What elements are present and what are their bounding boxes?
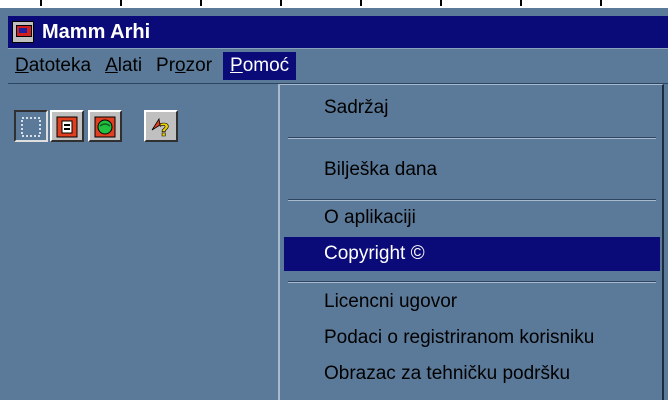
document-tool-button[interactable]: [50, 110, 84, 142]
ruler-tick: [600, 0, 602, 6]
menu-mnemonic: D: [15, 55, 29, 76]
menu-label-rest: lati: [117, 55, 143, 76]
menu-item-biljeska-dana[interactable]: Bilješka dana: [284, 153, 660, 187]
menu-mnemonic: P: [230, 55, 243, 76]
help-arrow-icon: ?: [151, 117, 170, 139]
help-tool-button[interactable]: ?: [144, 110, 178, 142]
menu-item-licencni-ugovor[interactable]: Licencni ugovor: [284, 285, 660, 319]
menu-item-podaci-registracija[interactable]: Podaci o registriranom korisniku: [284, 321, 660, 355]
ruler-tick: [40, 0, 42, 6]
ruler-tick: [120, 0, 122, 6]
document-icon: [56, 116, 78, 138]
menu-item-sadrzaj[interactable]: Sadržaj: [284, 91, 660, 125]
menu-item-o-aplikaciji[interactable]: O aplikaciji: [284, 201, 660, 235]
ruler-tick: [360, 0, 362, 6]
ruler-tick: [200, 0, 202, 6]
ruler-tick: [520, 0, 522, 6]
window-title: Mamm Arhi: [42, 20, 151, 43]
menu-label-rest: zor: [185, 55, 213, 76]
top-ruler: [0, 0, 668, 8]
globe-icon: [94, 116, 116, 138]
app-icon[interactable]: [12, 21, 34, 43]
help-menu-dropdown: Sadržaj Bilješka dana O aplikaciji Copyr…: [278, 84, 664, 400]
menu-item-obrazac-podrska[interactable]: Obrazac za tehničku podršku: [284, 357, 660, 391]
menu-label-pre: Pr: [156, 55, 176, 76]
dotted-square-icon: [21, 117, 41, 137]
globe-tool-button[interactable]: [88, 110, 122, 142]
menu-mnemonic: A: [105, 55, 118, 76]
menu-separator: [288, 281, 656, 283]
menu-mnemonic: o: [175, 55, 186, 76]
ruler-tick: [280, 0, 282, 6]
title-bar[interactable]: Mamm Arhi: [8, 16, 668, 48]
menu-label-rest: omoć: [242, 55, 290, 76]
menu-alati[interactable]: Alati: [98, 52, 149, 80]
menu-prozor[interactable]: Prozor: [149, 52, 219, 80]
menu-item-copyright[interactable]: Copyright ©: [284, 237, 660, 271]
ruler-tick: [440, 0, 442, 6]
toolbar: ?: [8, 88, 280, 400]
menu-label-rest: atoteka: [28, 55, 92, 76]
select-tool-button[interactable]: [14, 110, 48, 142]
menu-pomoc[interactable]: Pomoć: [223, 52, 297, 80]
svg-text:?: ?: [159, 120, 169, 139]
menu-datoteka[interactable]: Datoteka: [8, 52, 98, 80]
menu-bar: Datoteka Alati Prozor Pomoć: [8, 48, 668, 84]
menu-separator: [288, 137, 656, 139]
